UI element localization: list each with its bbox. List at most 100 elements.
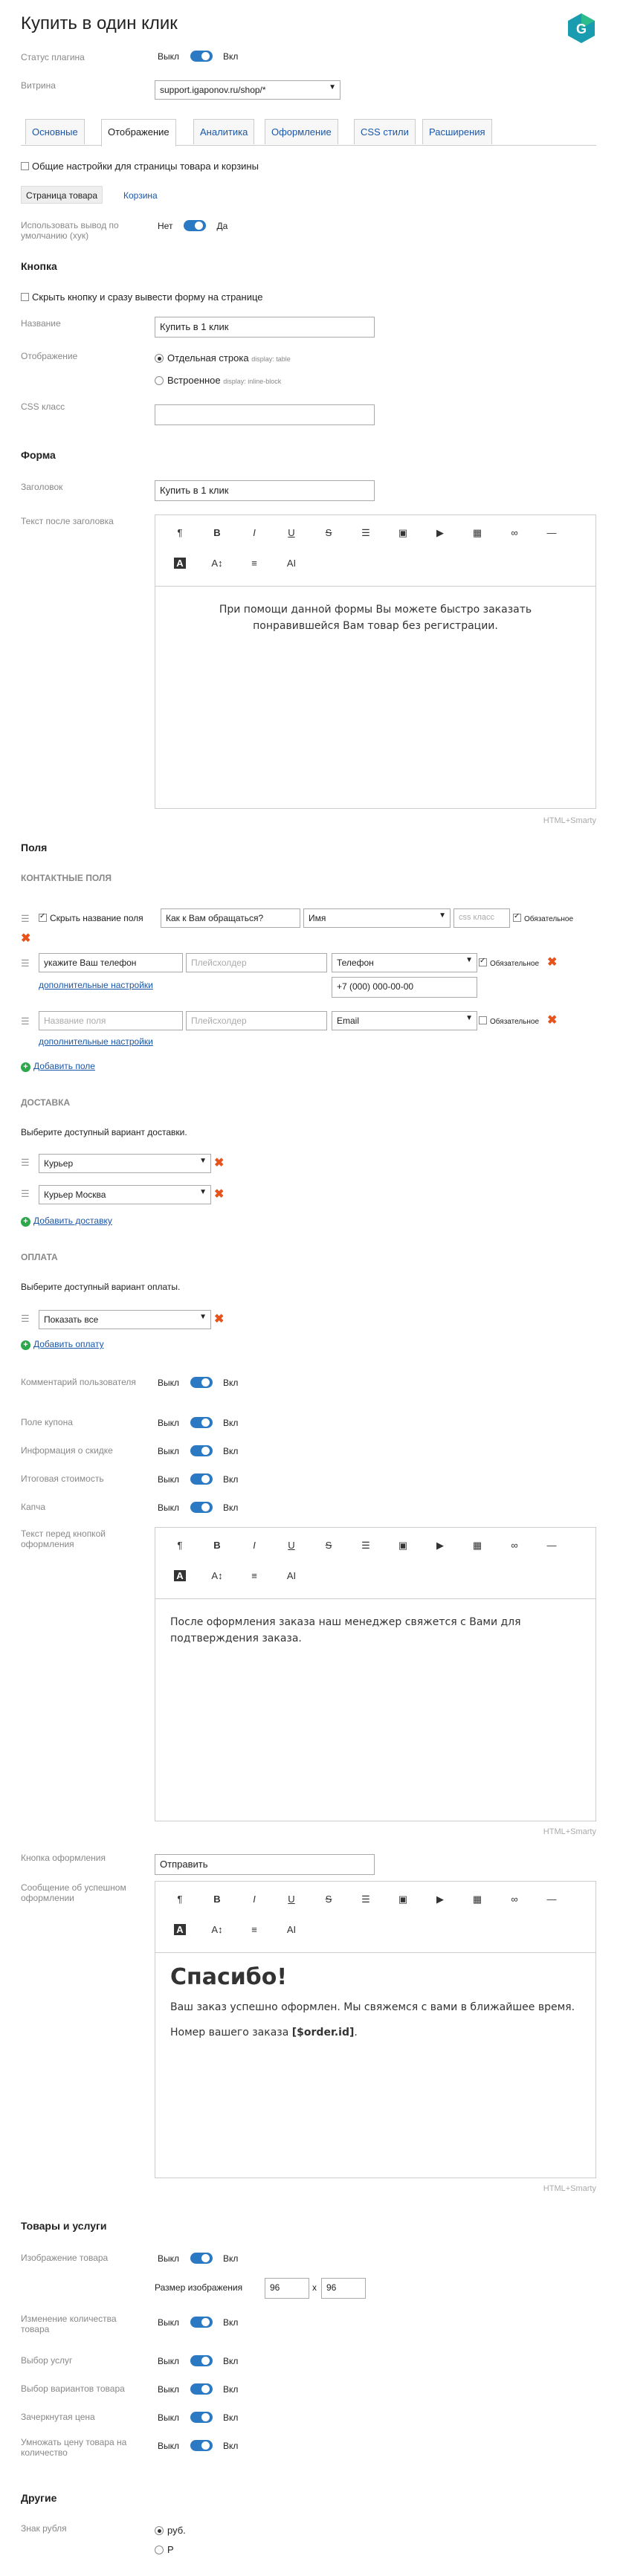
- tab-css[interactable]: CSS стили: [354, 119, 416, 144]
- toggle-switch[interactable]: [184, 220, 207, 231]
- list-icon[interactable]: ☰: [347, 526, 384, 552]
- required-checkbox[interactable]: Обязательное: [513, 912, 573, 923]
- payment-select[interactable]: Показать все ▼: [39, 1310, 211, 1329]
- text-color-icon[interactable]: A: [161, 556, 198, 583]
- toggle-switch[interactable]: [190, 2317, 213, 2328]
- drag-handle-icon[interactable]: ☰: [21, 1016, 30, 1027]
- quantity-toggle[interactable]: Выкл Вкл: [158, 2317, 238, 2328]
- field-name-input[interactable]: Название поля: [39, 1011, 183, 1030]
- link-icon[interactable]: ∞: [496, 1892, 533, 1919]
- heading-input[interactable]: Купить в 1 клик: [155, 480, 375, 501]
- subtab-product[interactable]: Страница товара: [21, 186, 103, 204]
- field-type-select[interactable]: Имя ▼: [303, 908, 451, 928]
- order-button-input[interactable]: Отправить: [155, 1854, 375, 1875]
- text-color-icon[interactable]: A: [161, 1923, 198, 1949]
- paragraph-icon[interactable]: ¶: [161, 1538, 198, 1565]
- strike-price-toggle[interactable]: Выкл Вкл: [158, 2412, 238, 2423]
- status-toggle[interactable]: Выкл Вкл: [158, 51, 238, 62]
- multiply-toggle[interactable]: Выкл Вкл: [158, 2440, 238, 2451]
- before-button-editor[interactable]: ¶ B I U S ☰ ▣ ▶ ▦ ∞ ― A A↕ ≡ AI После оформления заказ…: [155, 1527, 596, 1821]
- hr-icon[interactable]: ―: [533, 526, 570, 552]
- drag-handle-icon[interactable]: ☰: [21, 913, 30, 925]
- link-icon[interactable]: ∞: [496, 526, 533, 552]
- mask-input[interactable]: +7 (000) 000-00-00: [332, 977, 477, 998]
- delete-icon[interactable]: ✖: [214, 1187, 224, 1201]
- paragraph-icon[interactable]: ¶: [161, 526, 198, 552]
- success-editor[interactable]: ¶ B I U S ☰ ▣ ▶ ▦ ∞ ― A A↕ ≡ AI Спасибо! Ваш заказ усп…: [155, 1881, 596, 2178]
- delivery-select[interactable]: Курьер ▼: [39, 1154, 211, 1173]
- coupon-toggle[interactable]: Выкл Вкл: [158, 1417, 238, 1428]
- editor-content[interactable]: После оформления заказа наш менеджер свя…: [155, 1599, 595, 1662]
- underline-icon[interactable]: U: [273, 1538, 310, 1565]
- list-icon[interactable]: ☰: [347, 1892, 384, 1919]
- underline-icon[interactable]: U: [273, 1892, 310, 1919]
- editor-content[interactable]: При помощи данной формы Вы можете быстро…: [155, 587, 595, 649]
- ruble-radio-sign[interactable]: Р: [155, 2544, 174, 2555]
- drag-handle-icon[interactable]: ☰: [21, 1313, 30, 1325]
- comment-toggle[interactable]: Выкл Вкл: [158, 1377, 238, 1388]
- delete-icon[interactable]: ✖: [214, 1311, 224, 1326]
- hr-icon[interactable]: ―: [533, 1538, 570, 1565]
- tab-design[interactable]: Оформление: [265, 119, 338, 144]
- drag-handle-icon[interactable]: ☰: [21, 1157, 30, 1169]
- display-radio-inline[interactable]: Встроенное display: inline-block: [155, 375, 281, 386]
- editor-content[interactable]: Спасибо! Ваш заказ успешно оформлен. Мы …: [155, 1953, 595, 2051]
- bold-icon[interactable]: B: [198, 526, 236, 552]
- hide-name-checkbox[interactable]: Скрыть название поля: [39, 912, 143, 923]
- font-size-icon[interactable]: A↕: [198, 1923, 236, 1949]
- css-class-field[interactable]: css класс: [453, 908, 510, 928]
- add-field-button[interactable]: + Добавить поле: [21, 1060, 95, 1072]
- italic-icon[interactable]: I: [236, 526, 273, 552]
- drag-handle-icon[interactable]: ☰: [21, 958, 30, 969]
- drag-handle-icon[interactable]: ☰: [21, 1188, 30, 1200]
- delete-icon[interactable]: ✖: [547, 1013, 557, 1027]
- add-payment-button[interactable]: + Добавить оплату: [21, 1338, 104, 1350]
- toggle-switch[interactable]: [190, 2412, 213, 2423]
- total-toggle[interactable]: Выкл Вкл: [158, 1473, 238, 1485]
- field-name-input[interactable]: укажите Ваш телефон: [39, 953, 183, 972]
- placeholder-input[interactable]: Плейсхолдер: [186, 1011, 327, 1030]
- italic-icon[interactable]: I: [236, 1892, 273, 1919]
- services-toggle[interactable]: Выкл Вкл: [158, 2355, 238, 2366]
- placeholder-input[interactable]: Плейсхолдер: [186, 953, 327, 972]
- tab-extensions[interactable]: Расширения: [422, 119, 492, 144]
- image-icon[interactable]: ▣: [384, 1538, 422, 1565]
- display-radio-table[interactable]: Отдельная строка display: table: [155, 352, 291, 364]
- align-icon[interactable]: ≡: [236, 556, 273, 583]
- table-icon[interactable]: ▦: [459, 1538, 496, 1565]
- strike-icon[interactable]: S: [310, 1892, 347, 1919]
- toggle-switch[interactable]: [190, 2355, 213, 2366]
- format-icon[interactable]: AI: [273, 1569, 310, 1595]
- field-type-select[interactable]: Телефон ▼: [332, 953, 477, 972]
- add-delivery-button[interactable]: + Добавить доставку: [21, 1215, 112, 1227]
- font-size-icon[interactable]: A↕: [198, 556, 236, 583]
- common-settings-checkbox[interactable]: Общие настройки для страницы товара и ко…: [21, 161, 259, 172]
- more-settings-link[interactable]: дополнительные настройки: [39, 1036, 153, 1047]
- link-icon[interactable]: ∞: [496, 1538, 533, 1565]
- font-size-icon[interactable]: A↕: [198, 1569, 236, 1595]
- align-icon[interactable]: ≡: [236, 1923, 273, 1949]
- delivery-select[interactable]: Курьер Москва ▼: [39, 1185, 211, 1204]
- toggle-switch[interactable]: [190, 1502, 213, 1513]
- default-output-toggle[interactable]: Нет Да: [158, 220, 227, 231]
- button-name-input[interactable]: Купить в 1 клик: [155, 317, 375, 338]
- after-heading-editor[interactable]: ¶ B I U S ☰ ▣ ▶ ▦ ∞ ― A A↕ ≡ AI При помощи данной форм…: [155, 514, 596, 809]
- css-class-input[interactable]: [155, 404, 375, 425]
- image-width-input[interactable]: 96: [265, 2278, 309, 2299]
- bold-icon[interactable]: B: [198, 1892, 236, 1919]
- toggle-switch[interactable]: [190, 1377, 213, 1388]
- toggle-switch[interactable]: [190, 1445, 213, 1456]
- required-checkbox[interactable]: Обязательное: [479, 1016, 539, 1026]
- hide-button-checkbox[interactable]: Скрыть кнопку и сразу вывести форму на с…: [21, 291, 263, 303]
- image-icon[interactable]: ▣: [384, 1892, 422, 1919]
- format-icon[interactable]: AI: [273, 556, 310, 583]
- list-icon[interactable]: ☰: [347, 1538, 384, 1565]
- more-settings-link[interactable]: дополнительные настройки: [39, 980, 153, 990]
- field-type-select[interactable]: Email ▼: [332, 1011, 477, 1030]
- toggle-switch[interactable]: [190, 2253, 213, 2264]
- toggle-switch[interactable]: [190, 1417, 213, 1428]
- table-icon[interactable]: ▦: [459, 1892, 496, 1919]
- question-input[interactable]: Как к Вам обращаться?: [161, 908, 300, 928]
- image-height-input[interactable]: 96: [321, 2278, 366, 2299]
- image-toggle[interactable]: Выкл Вкл: [158, 2253, 238, 2264]
